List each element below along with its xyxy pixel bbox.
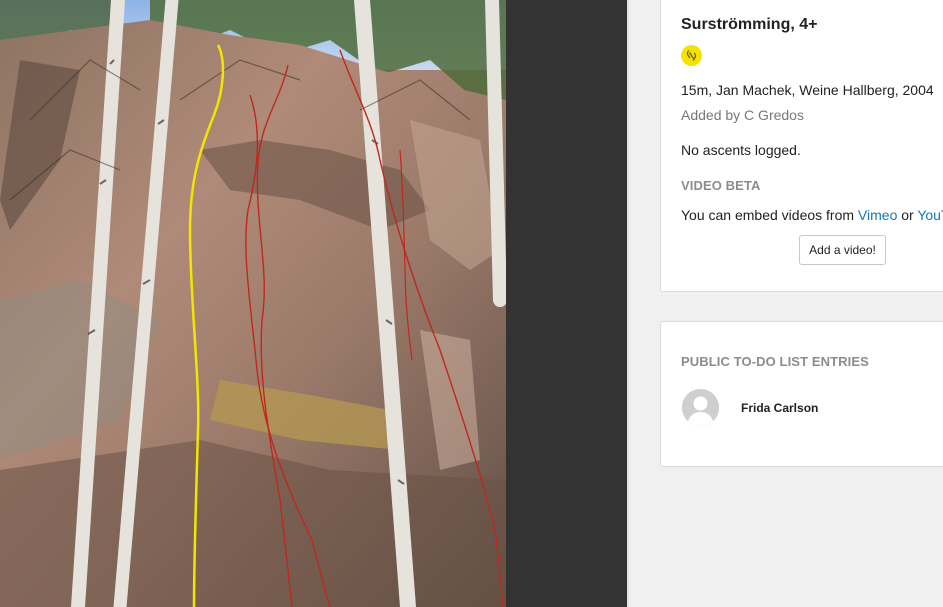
- added-by: Added by C Gredos: [681, 107, 804, 123]
- youtube-link[interactable]: YouTube: [917, 207, 943, 223]
- first-ascent-info: 15m, Jan Machek, Weine Hallberg, 2004: [681, 82, 934, 98]
- photo-viewer-backdrop: [506, 0, 627, 607]
- quickdraw-icon: [681, 45, 702, 66]
- route-photo: [0, 0, 506, 607]
- user-avatar-icon[interactable]: [682, 389, 719, 426]
- route-details-pane: Surströmming, 4+ 15m, Jan Machek, Weine …: [629, 0, 943, 607]
- todo-list-heading: PUBLIC TO-DO LIST ENTRIES: [681, 354, 869, 369]
- route-info-card: Surströmming, 4+ 15m, Jan Machek, Weine …: [660, 0, 943, 292]
- embed-videos-text: You can embed videos from Vimeo or YouTu…: [681, 207, 943, 223]
- or-text: or: [897, 207, 918, 223]
- ascents-status: No ascents logged.: [681, 142, 801, 158]
- todo-list-card: PUBLIC TO-DO LIST ENTRIES Frida Carlson: [660, 321, 943, 467]
- todo-user-name[interactable]: Frida Carlson: [741, 401, 818, 415]
- add-video-button[interactable]: Add a video!: [799, 235, 886, 265]
- video-beta-heading: VIDEO BETA: [681, 178, 761, 193]
- crag-image: [0, 0, 506, 607]
- quickdraw-icon-glyph: [686, 49, 697, 61]
- vimeo-link[interactable]: Vimeo: [858, 207, 897, 223]
- avatar-silhouette: [682, 389, 719, 426]
- embed-prefix: You can embed videos from: [681, 207, 858, 223]
- route-title: Surströmming, 4+: [681, 16, 818, 33]
